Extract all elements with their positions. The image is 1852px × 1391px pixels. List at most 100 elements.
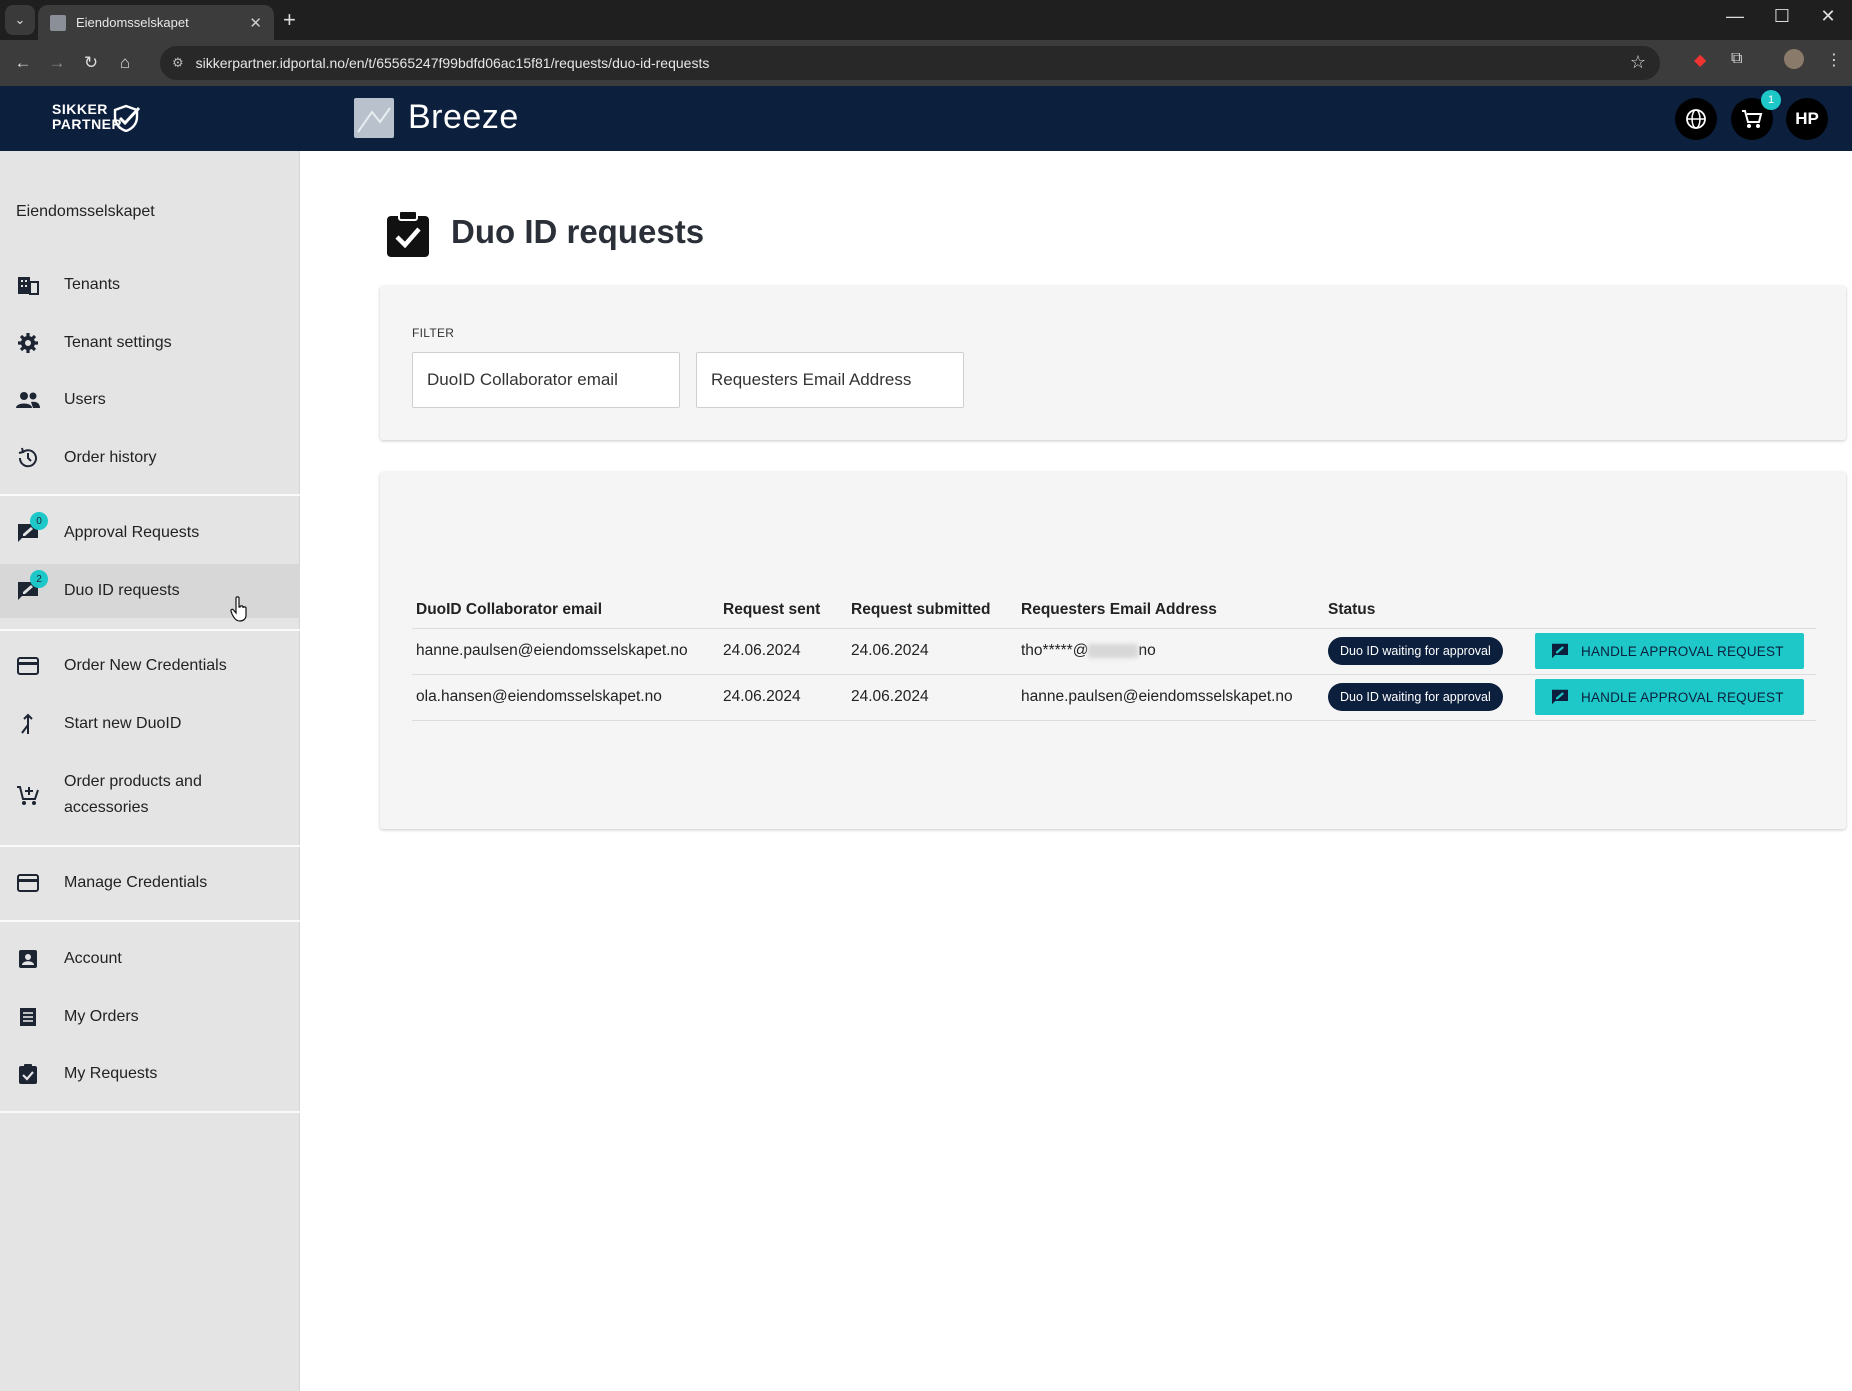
app-name: Breeze <box>408 98 519 136</box>
sidebar-item-duo-id-requests[interactable]: 2 Duo ID requests <box>0 564 300 618</box>
site-info-icon[interactable]: ⚙ <box>172 55 184 71</box>
back-icon[interactable]: ← <box>6 53 40 73</box>
address-bar[interactable]: ⚙ sikkerpartner.idportal.no/en/t/6556524… <box>160 46 1660 80</box>
sidebar-divider <box>0 920 300 922</box>
home-icon[interactable]: ⌂ <box>108 53 142 73</box>
status-cell: Duo ID waiting for approval <box>1324 627 1531 674</box>
column-header[interactable]: Requesters Email Address <box>1017 592 1324 628</box>
minimize-icon[interactable]: — <box>1712 6 1758 27</box>
card-icon <box>16 654 40 678</box>
column-header[interactable]: Status <box>1324 592 1531 628</box>
tenant-name: Eiendomsselskapet <box>16 203 155 220</box>
app-header: SIKKER PARTNER Breeze HP <box>0 86 1852 151</box>
approval-icon <box>1551 689 1569 705</box>
sidebar-item-tenant-settings[interactable]: Tenant settings <box>0 316 300 370</box>
column-header <box>1531 592 1816 628</box>
language-globe-icon[interactable] <box>1675 98 1717 140</box>
browser-menu-icon[interactable]: ⋮ <box>1826 50 1842 70</box>
sidebar: Eiendomsselskapet Tenants Tenant setting… <box>0 151 300 1391</box>
table-row: hanne.paulsen@eiendomsselskapet.no 24.06… <box>412 627 1816 674</box>
reload-icon[interactable]: ↻ <box>74 53 108 73</box>
sidebar-item-my-orders[interactable]: My Orders <box>0 990 300 1044</box>
extensions-puzzle-icon[interactable]: ⧉ <box>1731 50 1742 68</box>
new-tab-icon[interactable]: + <box>283 7 296 33</box>
list-icon <box>16 1005 40 1029</box>
column-header[interactable]: Request sent <box>719 592 847 628</box>
sidebar-item-start-new-duoid[interactable]: Start new DuoID <box>0 697 300 751</box>
sidebar-item-label: Manage Credentials <box>64 874 208 891</box>
tab-favicon-icon <box>50 14 66 31</box>
status-badge: Duo ID waiting for approval <box>1328 637 1503 665</box>
url-text: sikkerpartner.idportal.no/en/t/65565247f… <box>195 55 710 71</box>
column-header[interactable]: DuoID Collaborator email <box>412 592 719 628</box>
sidebar-item-order-new-credentials[interactable]: Order New Credentials <box>0 639 300 693</box>
gear-icon <box>16 331 40 355</box>
redacted-domain <box>1088 643 1139 658</box>
button-label: HANDLE APPROVAL REQUEST <box>1581 689 1784 705</box>
tab-title: Eiendomsselskapet <box>76 15 189 30</box>
sidebar-divider <box>0 1111 300 1113</box>
browser-toolbar: ← → ↻ ⌂ ⚙ sikkerpartner.idportal.no/en/t… <box>0 40 1852 86</box>
bookmark-star-icon[interactable]: ☆ <box>1630 52 1646 73</box>
page-title: Duo ID requests <box>451 213 705 250</box>
window-close-icon[interactable]: ✕ <box>1805 6 1851 27</box>
cart-add-icon <box>16 783 40 807</box>
filter-panel: FILTER <box>380 286 1846 440</box>
hand-cursor-icon <box>230 596 247 622</box>
action-cell: HANDLE APPROVAL REQUEST <box>1531 673 1816 721</box>
sidebar-item-manage-credentials[interactable]: Manage Credentials <box>0 856 300 910</box>
account-box-icon <box>16 947 40 971</box>
approval-icon <box>1551 643 1569 659</box>
sidebar-item-users[interactable]: Users <box>0 373 300 427</box>
merge-icon <box>16 712 40 736</box>
sidebar-item-label: Users <box>64 391 106 408</box>
sidebar-item-label: Approval Requests <box>64 524 200 541</box>
requester-email-filter-input[interactable] <box>696 352 964 408</box>
maximize-icon[interactable]: ☐ <box>1759 6 1805 27</box>
table-row: ola.hansen@eiendomsselskapet.no 24.06.20… <box>412 673 1816 721</box>
sikker-partner-logo[interactable]: SIKKER PARTNER <box>52 102 140 132</box>
profile-avatar-icon[interactable] <box>1784 49 1804 69</box>
sidebar-item-my-requests[interactable]: My Requests <box>0 1047 300 1101</box>
requester-email-prefix: tho*****@ <box>1021 642 1089 659</box>
forward-icon[interactable]: → <box>40 53 74 73</box>
tab-search-chevron-icon[interactable]: ⌄ <box>5 5 35 35</box>
duo-id-requests-badge: 2 <box>30 570 48 588</box>
action-cell: HANDLE APPROVAL REQUEST <box>1531 627 1816 674</box>
sidebar-item-tenants[interactable]: Tenants <box>0 258 300 312</box>
button-label: HANDLE APPROVAL REQUEST <box>1581 643 1784 659</box>
status-badge: Duo ID waiting for approval <box>1328 683 1503 711</box>
building-icon <box>16 273 40 297</box>
extension-icon[interactable]: ◆ <box>1694 50 1706 70</box>
requester-email-cell: tho*****@ no <box>1017 627 1324 674</box>
sidebar-item-label: Order history <box>64 449 157 466</box>
user-avatar[interactable]: HP <box>1786 98 1828 140</box>
request-sent-cell: 24.06.2024 <box>719 673 847 721</box>
collaborator-email-cell: hanne.paulsen@eiendomsselskapet.no <box>412 627 719 674</box>
collaborator-email-cell: ola.hansen@eiendomsselskapet.no <box>412 673 719 721</box>
collaborator-email-filter-input[interactable] <box>412 352 680 408</box>
sidebar-item-label: Order products and accessories <box>64 773 202 816</box>
sidebar-item-account[interactable]: Account <box>0 932 300 986</box>
sidebar-item-approval-requests[interactable]: 0 Approval Requests <box>0 506 300 560</box>
column-header[interactable]: Request submitted <box>847 592 1017 628</box>
sidebar-item-order-history[interactable]: Order history <box>0 431 300 485</box>
sidebar-item-label: Start new DuoID <box>64 715 182 732</box>
sidebar-item-label: Order New Credentials <box>64 657 227 674</box>
tab-close-icon[interactable]: ✕ <box>249 14 262 32</box>
breeze-logo-icon <box>354 98 394 138</box>
handle-approval-request-button[interactable]: HANDLE APPROVAL REQUEST <box>1535 679 1804 715</box>
request-submitted-cell: 24.06.2024 <box>847 673 1017 721</box>
requests-table-panel: DuoID Collaborator email Request sent Re… <box>380 472 1846 829</box>
sidebar-item-order-products[interactable]: Order products and accessories <box>0 755 300 835</box>
filter-label: FILTER <box>412 326 455 340</box>
people-icon <box>16 388 40 412</box>
sidebar-item-label: Tenants <box>64 276 121 293</box>
handle-approval-request-button[interactable]: HANDLE APPROVAL REQUEST <box>1535 633 1804 669</box>
requester-email-cell: hanne.paulsen@eiendomsselskapet.no <box>1017 673 1324 721</box>
browser-tab[interactable]: Eiendomsselskapet ✕ <box>38 5 274 40</box>
request-sent-cell: 24.06.2024 <box>719 627 847 674</box>
sidebar-item-label: Tenant settings <box>64 334 172 351</box>
clipboard-check-icon <box>16 1062 40 1086</box>
sidebar-item-label: Duo ID requests <box>64 582 180 599</box>
